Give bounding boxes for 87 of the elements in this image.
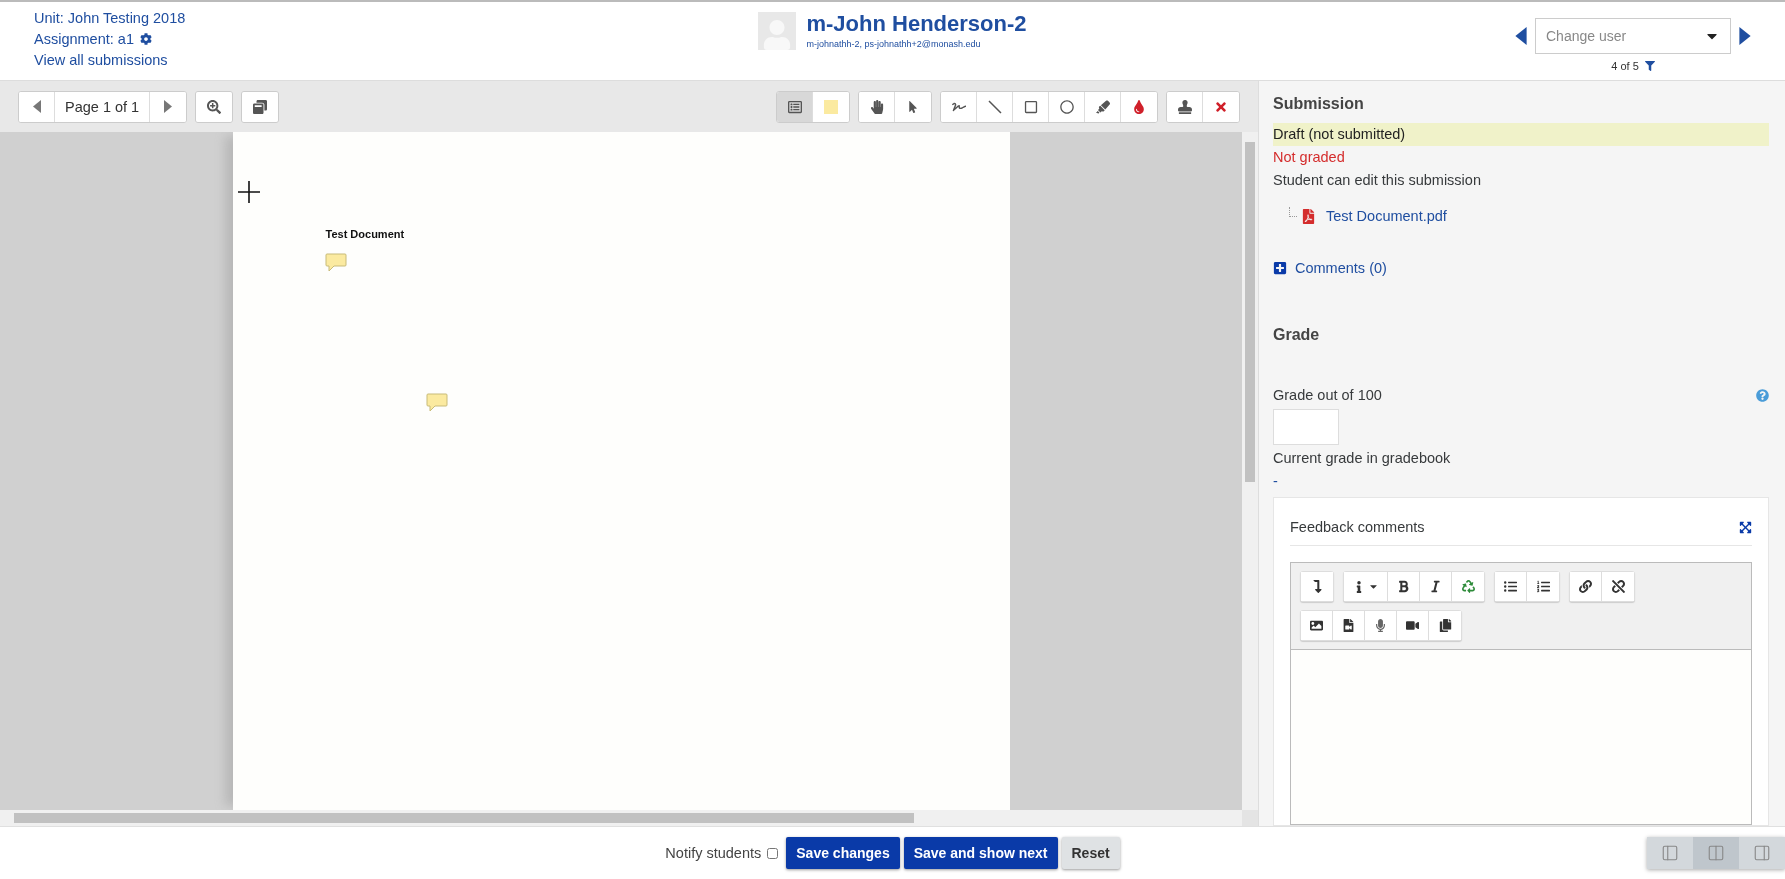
settings-icon[interactable] bbox=[139, 33, 152, 45]
recycle-icon bbox=[1461, 580, 1475, 593]
change-user-select[interactable]: Change user bbox=[1535, 18, 1731, 54]
image-button[interactable] bbox=[1301, 611, 1333, 640]
right-triangle-icon bbox=[164, 100, 173, 113]
grade-label: Grade out of 100 bbox=[1273, 386, 1382, 405]
previous-page-button[interactable] bbox=[19, 91, 55, 122]
line-icon bbox=[987, 99, 1002, 114]
comments-link[interactable]: Comments (0) bbox=[1295, 260, 1387, 276]
horizontal-scrollbar[interactable] bbox=[0, 810, 1242, 826]
bold-button[interactable] bbox=[1388, 572, 1420, 601]
split-panel-icon bbox=[1707, 844, 1725, 862]
notify-checkbox[interactable] bbox=[767, 847, 779, 859]
microphone-button[interactable] bbox=[1365, 611, 1397, 640]
current-grade-label: Current grade in gradebook bbox=[1273, 449, 1452, 468]
unit-link[interactable]: Unit: John Testing 2018 bbox=[34, 10, 759, 26]
numbered-list-button[interactable] bbox=[1527, 572, 1559, 601]
video-camera-icon bbox=[1406, 619, 1419, 632]
swatch-icon bbox=[824, 99, 838, 114]
grade-heading: Grade bbox=[1273, 326, 1321, 344]
left-triangle-icon bbox=[32, 100, 41, 113]
link-button[interactable] bbox=[1570, 572, 1602, 601]
document-title: Test Document bbox=[325, 228, 405, 240]
close-icon bbox=[1214, 99, 1228, 114]
file-link[interactable]: Test Document.pdf bbox=[1326, 208, 1447, 224]
search-icon bbox=[207, 99, 222, 114]
feedback-label: Feedback comments bbox=[1290, 518, 1425, 537]
broken-link-icon bbox=[1611, 580, 1625, 593]
pointer-icon bbox=[907, 100, 919, 113]
user-email: m-johnathh-2, ps-johnathh+2@monash.edu bbox=[806, 39, 982, 50]
user-name[interactable]: m-John Henderson-2 bbox=[806, 12, 1027, 37]
unlink-button[interactable] bbox=[1602, 572, 1634, 601]
left-triangle-icon bbox=[1515, 27, 1527, 45]
previous-user-button[interactable] bbox=[1515, 27, 1527, 45]
video-file-icon bbox=[1342, 619, 1355, 632]
notify-students-label: Notify students bbox=[665, 845, 762, 861]
drop-icon bbox=[1132, 99, 1146, 114]
hand-icon bbox=[869, 99, 884, 114]
search-button[interactable] bbox=[196, 91, 233, 122]
left-panel-icon bbox=[1661, 844, 1679, 862]
reset-button[interactable]: Reset bbox=[1061, 837, 1120, 869]
filter-icon[interactable] bbox=[1644, 61, 1655, 71]
vertical-scrollbar[interactable] bbox=[1242, 132, 1258, 810]
bullet-list-button[interactable] bbox=[1495, 572, 1527, 601]
toolbar-toggle-button[interactable] bbox=[1301, 572, 1333, 601]
copy-button[interactable] bbox=[1429, 611, 1461, 640]
comment-list-button[interactable] bbox=[777, 91, 813, 122]
right-panel-icon bbox=[1753, 844, 1771, 862]
video-button[interactable] bbox=[1397, 611, 1429, 640]
hand-tool-button[interactable] bbox=[859, 91, 895, 122]
right-triangle-icon bbox=[1739, 27, 1751, 45]
expand-button[interactable] bbox=[242, 91, 279, 122]
primary-button[interactable]: Save and show next bbox=[903, 837, 1058, 869]
paragraph-style-button[interactable] bbox=[1344, 572, 1388, 601]
stamp-tool-button[interactable] bbox=[1167, 91, 1203, 122]
submission-heading: Submission bbox=[1273, 95, 1365, 113]
image-icon bbox=[1310, 619, 1323, 632]
crosshair-cursor-icon bbox=[236, 180, 261, 204]
pen-tool-button[interactable] bbox=[941, 91, 977, 122]
windows-icon bbox=[253, 99, 268, 114]
fullscreen-icon[interactable] bbox=[1739, 521, 1752, 534]
edit-note: Student can edit this submission bbox=[1273, 171, 1482, 190]
accessibility-checker-button[interactable] bbox=[1452, 572, 1484, 601]
highlighter-icon bbox=[1095, 99, 1110, 114]
link-icon bbox=[1579, 580, 1592, 593]
next-user-button[interactable] bbox=[1739, 27, 1751, 45]
bullet-list-icon bbox=[1504, 580, 1517, 593]
italic-button[interactable] bbox=[1420, 572, 1452, 601]
grading-status: Not graded bbox=[1273, 148, 1346, 167]
user-count: 4 of 5 bbox=[1611, 60, 1639, 72]
primary-button[interactable]: Save changes bbox=[786, 837, 900, 869]
current-grade-value: - bbox=[1273, 472, 1279, 491]
assignment-link[interactable]: Assignment: a1 bbox=[34, 31, 134, 47]
plus-icon[interactable] bbox=[1273, 261, 1287, 275]
copy-icon bbox=[1438, 619, 1452, 632]
numbered-list-icon bbox=[1536, 580, 1550, 593]
submission-status: Draft (not submitted) bbox=[1273, 123, 1769, 146]
list-icon bbox=[787, 99, 802, 114]
help-icon[interactable] bbox=[1756, 389, 1769, 402]
stamp-icon bbox=[1177, 99, 1192, 114]
pdf-file-icon bbox=[1301, 208, 1316, 224]
bold-icon bbox=[1397, 580, 1410, 593]
view-all-submissions-link[interactable]: View all submissions bbox=[34, 52, 759, 68]
italic-icon bbox=[1429, 580, 1442, 593]
grade-input[interactable] bbox=[1273, 409, 1339, 445]
microphone-icon bbox=[1374, 619, 1387, 632]
media-button[interactable] bbox=[1333, 611, 1365, 640]
